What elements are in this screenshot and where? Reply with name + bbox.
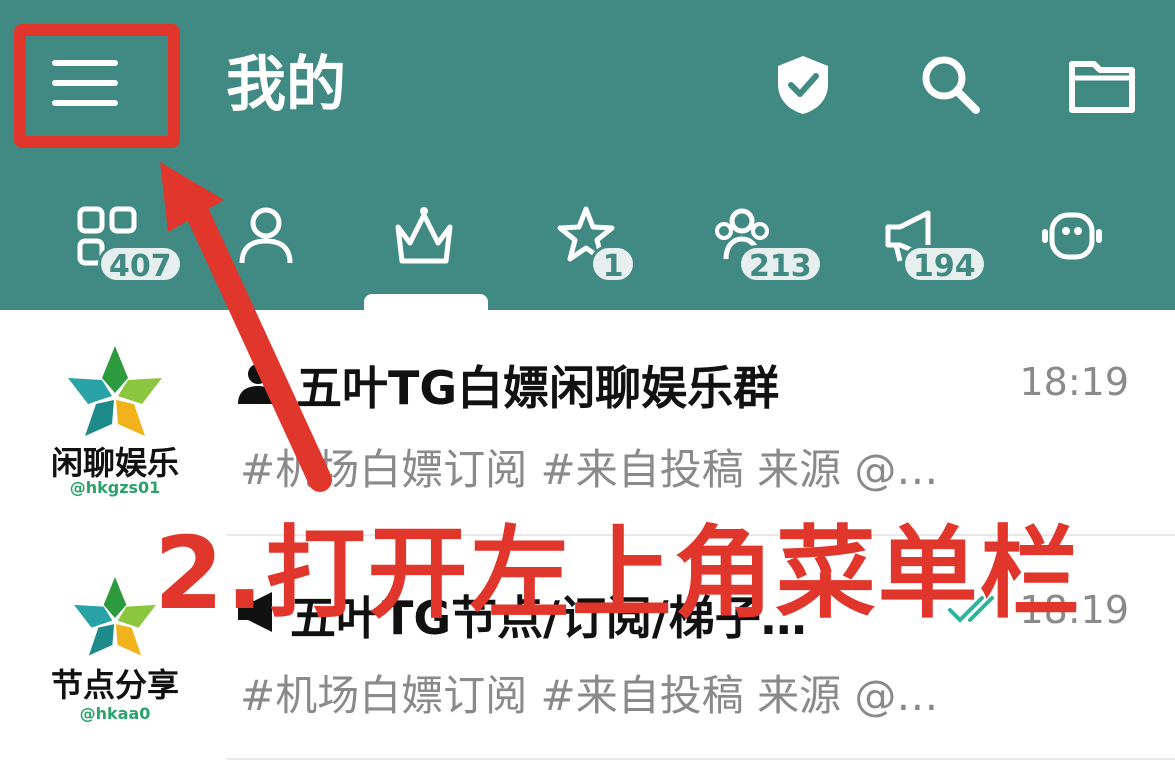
person-icon <box>239 207 293 264</box>
avatar-handle: @hkaa0 <box>79 704 151 723</box>
tab-channels[interactable]: 194 <box>882 205 1002 295</box>
search-icon[interactable] <box>918 52 984 118</box>
group-icon <box>238 364 283 404</box>
tab-crown[interactable] <box>392 205 512 295</box>
shield-check-icon[interactable] <box>770 52 836 118</box>
chat-preview: #机场白嫖订阅 #来自投稿 来源 @… <box>240 445 939 494</box>
avatar-title: 节点分享 <box>50 666 179 704</box>
crown-icon <box>395 207 453 264</box>
page-title: 我的 <box>226 50 346 120</box>
unread-badge: 407 <box>98 245 183 284</box>
highlight-box <box>14 24 180 148</box>
bot-icon <box>1042 212 1102 260</box>
chat-preview: #机场白嫖订阅 #来自投稿 来源 @… <box>240 671 939 720</box>
annotation-text: 2.打开左上角菜单栏 <box>154 515 1082 632</box>
leaf-logo-icon <box>68 346 162 436</box>
tab-favorites[interactable]: 1 <box>556 205 676 295</box>
avatar: 闲聊娱乐 @hkgzs01 <box>40 338 190 508</box>
folder-icon[interactable] <box>1066 52 1138 118</box>
tab-all[interactable]: 407 <box>76 205 196 295</box>
divider <box>226 758 1175 760</box>
tab-indicator <box>364 294 488 310</box>
tab-bots[interactable] <box>1040 205 1160 295</box>
unread-badge: 194 <box>902 245 987 284</box>
chat-title: 五叶TG白嫖闲聊娱乐群 <box>296 361 780 415</box>
chat-time: 18:19 <box>1019 360 1129 404</box>
unread-badge: 1 <box>590 245 636 284</box>
unread-badge: 213 <box>738 245 823 284</box>
tab-private[interactable] <box>236 205 356 295</box>
tab-groups[interactable]: 213 <box>712 205 832 295</box>
